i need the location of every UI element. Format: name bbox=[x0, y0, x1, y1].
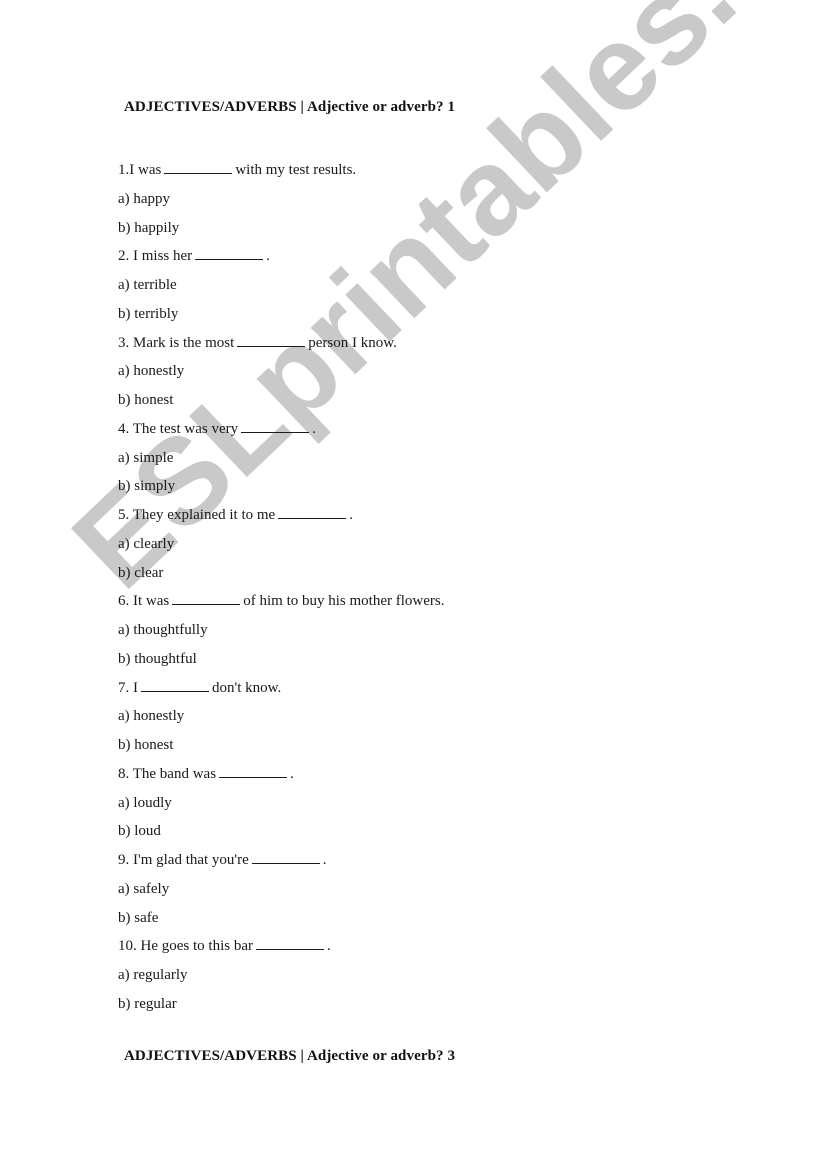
option-a: a) loudly bbox=[118, 794, 172, 811]
option-b: b) loud bbox=[118, 823, 161, 840]
question-number: 3. bbox=[118, 334, 130, 351]
answer-blank bbox=[164, 161, 233, 174]
question-text-after: . bbox=[312, 420, 316, 437]
answer-blank bbox=[219, 765, 288, 778]
option-a: a) honestly bbox=[118, 708, 185, 725]
answer-blank bbox=[278, 506, 347, 519]
option-a: a) simple bbox=[118, 449, 174, 466]
option-a: a) thoughtfully bbox=[118, 622, 208, 638]
option-a: a) safely bbox=[118, 880, 170, 897]
option-b: b) safe bbox=[118, 909, 159, 926]
option-a: a) clearly bbox=[118, 535, 175, 552]
question-3: 3. Mark is the most person I know. bbox=[118, 329, 444, 358]
question-number: 9. bbox=[118, 852, 130, 868]
option-b: b) simply bbox=[118, 478, 176, 495]
option-a: a) terrible bbox=[118, 277, 177, 293]
question-text-before: They explained it to me bbox=[129, 507, 276, 523]
option-a: a) honestly bbox=[118, 363, 185, 380]
question-text-after: . bbox=[322, 852, 327, 868]
question-text-before: The test was very bbox=[129, 420, 239, 437]
question-number: 1. bbox=[118, 162, 130, 178]
question-text-after: of him to buy his mother flowers. bbox=[243, 593, 445, 610]
question-number: 10. bbox=[118, 938, 137, 955]
question-text-after: . bbox=[290, 765, 294, 782]
question-list: 1.I was with my test results. a) happy b)… bbox=[118, 156, 444, 1019]
question-text-before: He goes to this bar bbox=[136, 938, 253, 955]
answer-blank bbox=[141, 679, 209, 692]
question-text-after: person I know. bbox=[308, 334, 397, 351]
question-text-before: I'm glad that you're bbox=[129, 852, 249, 868]
worksheet-page: ESLprintables.com ADJECTIVES/ADVERBS | A… bbox=[0, 0, 821, 1169]
question-text-before: I bbox=[129, 679, 138, 696]
option-b: b) thoughtful bbox=[118, 650, 197, 667]
question-5: 5. They explained it to me. bbox=[118, 501, 444, 530]
question-text-before: I was bbox=[129, 162, 162, 178]
option-b: b) terribly bbox=[118, 305, 179, 322]
question-number: 4. bbox=[118, 420, 130, 437]
question-number: 7. bbox=[118, 679, 130, 696]
question-10: 10. He goes to this bar. bbox=[118, 932, 444, 961]
option-b: b) happily bbox=[118, 219, 180, 236]
question-text-before: It was bbox=[129, 593, 170, 610]
question-text-before: Mark is the most bbox=[129, 334, 235, 351]
question-6: 6. It was of him to buy his mother flower… bbox=[118, 587, 444, 616]
question-8: 8. The band was. bbox=[118, 760, 444, 789]
answer-blank bbox=[237, 334, 306, 347]
question-1: 1.I was with my test results. bbox=[118, 156, 444, 185]
answer-blank bbox=[195, 247, 264, 261]
question-number: 2. bbox=[118, 248, 130, 265]
question-number: 5. bbox=[118, 507, 130, 523]
answer-blank bbox=[241, 420, 310, 433]
option-a: a) happy bbox=[118, 190, 171, 207]
question-number: 6. bbox=[118, 593, 130, 610]
next-worksheet-title: ADJECTIVES/ADVERBS | Adjective or adverb… bbox=[124, 1048, 456, 1064]
question-text-after: . bbox=[266, 248, 270, 265]
answer-blank bbox=[255, 937, 324, 951]
question-9: 9. I'm glad that you're. bbox=[118, 846, 444, 875]
question-2: 2. I miss her. bbox=[118, 242, 444, 271]
question-4: 4. The test was very. bbox=[118, 415, 444, 444]
option-a: a) regularly bbox=[118, 967, 188, 983]
question-text-after: with my test results. bbox=[235, 162, 357, 178]
question-text-after: . bbox=[349, 507, 353, 523]
option-b: b) regular bbox=[118, 995, 177, 1012]
worksheet-title: ADJECTIVES/ADVERBS | Adjective or adverb… bbox=[124, 99, 456, 115]
question-text-before: I miss her bbox=[129, 248, 193, 265]
question-7: 7. Idon't know. bbox=[118, 674, 444, 703]
option-b: b) honest bbox=[118, 392, 174, 408]
option-b: b) clear bbox=[118, 564, 164, 581]
question-text-after: don't know. bbox=[212, 679, 282, 696]
answer-blank bbox=[251, 851, 320, 864]
question-number: 8. bbox=[118, 765, 130, 782]
option-b: b) honest bbox=[118, 737, 174, 753]
answer-blank bbox=[172, 592, 241, 606]
question-text-after: . bbox=[326, 938, 331, 955]
question-text-before: The band was bbox=[129, 765, 217, 782]
